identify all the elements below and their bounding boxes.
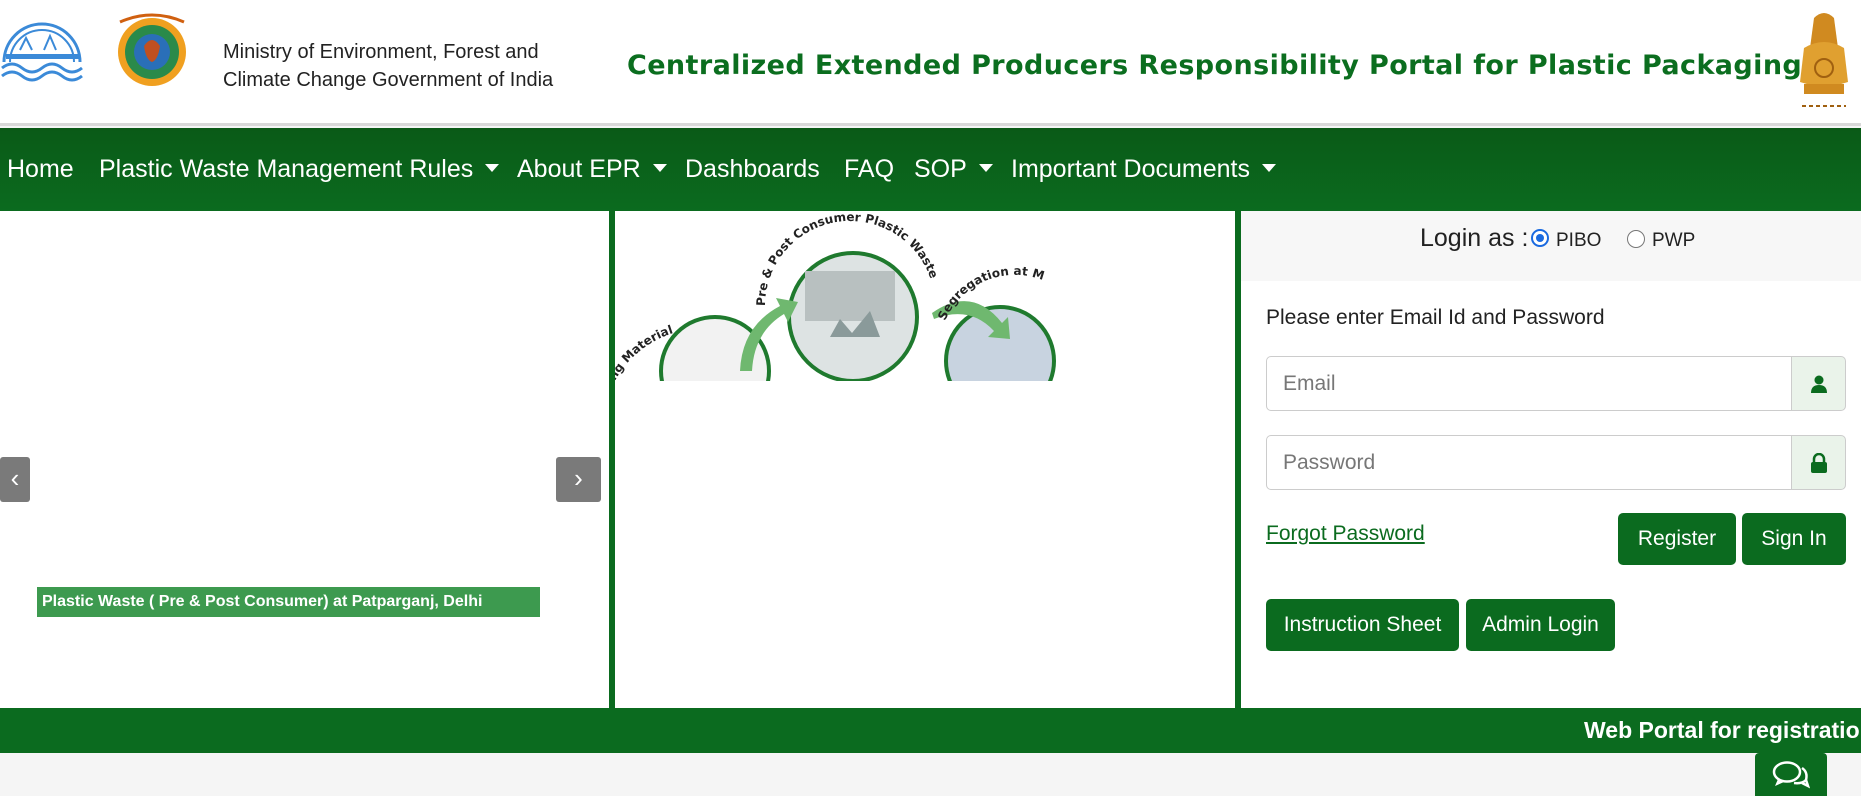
caret-down-icon: [978, 164, 993, 172]
national-emblem-logo: [1800, 13, 1848, 112]
forgot-password-link[interactable]: Forgot Password: [1266, 522, 1425, 546]
email-addon: [1791, 356, 1846, 411]
radio-pwp-label: PWP: [1652, 230, 1696, 251]
radio-pwp[interactable]: [1627, 230, 1645, 248]
ministry-logo: [1, 22, 83, 82]
main-navbar: Home Plastic Waste Management Rules Abou…: [0, 128, 1861, 211]
instruction-sheet-button[interactable]: Instruction Sheet: [1266, 599, 1459, 651]
waste-photo: [805, 271, 895, 321]
nav-about-epr[interactable]: About EPR: [517, 128, 667, 211]
sign-in-button[interactable]: Sign In: [1742, 513, 1846, 565]
login-as-label: Login as :: [1420, 224, 1529, 252]
user-icon: [1810, 375, 1827, 393]
nav-sop-label: SOP: [914, 155, 967, 183]
carousel-prev-button[interactable]: ‹: [0, 457, 30, 502]
nav-dashboards-label: Dashboards: [685, 155, 820, 183]
recycling-cycle-diagram: Pre & Post Consumer Plastic Waste Segreg…: [605, 210, 1056, 427]
login-type-header: [1241, 211, 1861, 281]
carousel-caption: Plastic Waste ( Pre & Post Consumer) at …: [37, 587, 540, 617]
site-header: Ministry of Environment, Forest and Clim…: [0, 0, 1861, 126]
nav-faq[interactable]: FAQ: [844, 128, 894, 211]
image-carousel: [0, 211, 609, 708]
chat-button[interactable]: [1755, 753, 1827, 796]
caret-down-icon: [1262, 164, 1276, 172]
segregation-photo-circle: [944, 305, 1056, 417]
nav-important-documents-label: Important Documents: [1011, 155, 1250, 183]
radio-pibo[interactable]: [1531, 229, 1549, 247]
nav-important-documents[interactable]: Important Documents: [1011, 128, 1276, 211]
email-input[interactable]: [1266, 356, 1792, 411]
marquee-text: Web Portal for registratio: [1584, 717, 1860, 743]
portal-title: Centralized Extended Producers Responsib…: [627, 50, 1803, 81]
carousel-next-button[interactable]: ›: [556, 457, 601, 502]
caret-down-icon: [485, 164, 500, 172]
password-addon: [1791, 435, 1846, 490]
nav-sop[interactable]: SOP: [914, 128, 993, 211]
ministry-line-1: Ministry of Environment, Forest and: [223, 41, 539, 63]
nav-home[interactable]: Home: [7, 128, 74, 211]
nav-home-label: Home: [7, 155, 74, 183]
caret-down-icon: [652, 164, 667, 172]
chevron-left-icon: ‹: [10, 463, 20, 493]
register-button[interactable]: Register: [1618, 513, 1736, 565]
password-input[interactable]: [1266, 435, 1792, 490]
nav-faq-label: FAQ: [844, 155, 895, 183]
nav-plastic-waste-rules[interactable]: Plastic Waste Management Rules: [99, 128, 500, 211]
nav-about-epr-label: About EPR: [517, 155, 641, 183]
login-hint: Please enter Email Id and Password: [1266, 306, 1605, 329]
ministry-line-2: Climate Change Government of India: [223, 69, 554, 91]
chevron-right-icon: ›: [574, 463, 583, 493]
ministry-name: Ministry of Environment, Forest and Clim…: [223, 38, 553, 94]
admin-login-button[interactable]: Admin Login: [1466, 599, 1615, 651]
nav-dashboards[interactable]: Dashboards: [685, 128, 820, 211]
lock-icon: [1810, 452, 1827, 473]
nav-plastic-waste-rules-label: Plastic Waste Management Rules: [99, 155, 474, 183]
announcement-marquee: Web Portal for registratio: [0, 708, 1861, 753]
chat-icon: [1772, 760, 1810, 788]
radio-pibo-label: PIBO: [1556, 230, 1602, 251]
recycling-diagram-panel: Pre & Post Consumer Plastic Waste Segreg…: [605, 210, 1235, 708]
emblem-logo: [118, 13, 186, 86]
